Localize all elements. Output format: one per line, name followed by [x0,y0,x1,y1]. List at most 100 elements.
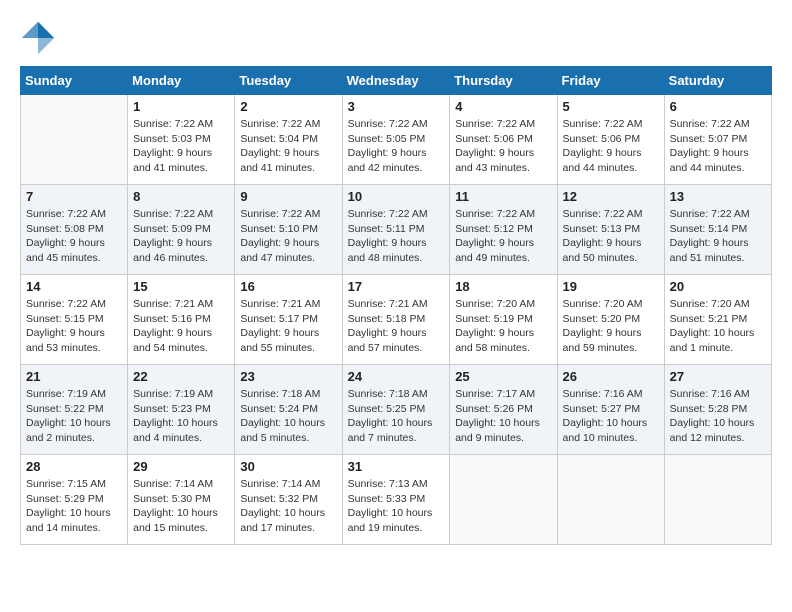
calendar-cell: 10 Sunrise: 7:22 AMSunset: 5:11 PMDayligh… [342,185,450,275]
day-number: 28 [26,459,122,474]
calendar-cell: 28Sunrise: 7:15 AMSunset: 5:29 PMDayligh… [21,455,128,545]
day-number: 27 [670,369,766,384]
day-info: Sunrise: 7:14 AMSunset: 5:30 PMDaylight:… [133,477,229,536]
weekday-header-wednesday: Wednesday [342,67,450,95]
calendar-cell: 20Sunrise: 7:20 AMSunset: 5:21 PMDayligh… [664,275,771,365]
day-info: Sunrise: 7:22 AMSunset: 5:10 PMDaylight:… [240,207,336,266]
day-number: 26 [563,369,659,384]
day-info: Sunrise: 7:22 AMSunset: 5:08 PMDaylight:… [26,207,122,266]
day-number: 19 [563,279,659,294]
day-number: 17 [348,279,445,294]
calendar-cell: 17 Sunrise: 7:21 AMSunset: 5:18 PMDayligh… [342,275,450,365]
day-number: 22 [133,369,229,384]
weekday-header-thursday: Thursday [450,67,557,95]
day-info: Sunrise: 7:14 AMSunset: 5:32 PMDaylight:… [240,477,336,536]
calendar-cell: 14 Sunrise: 7:22 AMSunset: 5:15 PMDayligh… [21,275,128,365]
calendar-cell: 5 Sunrise: 7:22 AMSunset: 5:06 PMDaylight… [557,95,664,185]
day-info: Sunrise: 7:19 AMSunset: 5:22 PMDaylight:… [26,387,122,446]
page-header [20,20,772,56]
day-number: 11 [455,189,551,204]
weekday-header-row: SundayMondayTuesdayWednesdayThursdayFrid… [21,67,772,95]
day-number: 23 [240,369,336,384]
calendar-cell: 27 Sunrise: 7:16 AMSunset: 5:28 PMDayligh… [664,365,771,455]
day-number: 30 [240,459,336,474]
week-row-2: 7 Sunrise: 7:22 AMSunset: 5:08 PMDaylight… [21,185,772,275]
weekday-header-friday: Friday [557,67,664,95]
calendar-cell: 4Sunrise: 7:22 AMSunset: 5:06 PMDaylight… [450,95,557,185]
day-number: 18 [455,279,551,294]
day-number: 16 [240,279,336,294]
day-info: Sunrise: 7:22 AMSunset: 5:14 PMDaylight:… [670,207,766,266]
day-info: Sunrise: 7:16 AMSunset: 5:28 PMDaylight:… [670,387,766,446]
day-number: 21 [26,369,122,384]
calendar-cell: 6Sunrise: 7:22 AMSunset: 5:07 PMDaylight… [664,95,771,185]
calendar-cell: 26 Sunrise: 7:16 AMSunset: 5:27 PMDayligh… [557,365,664,455]
day-number: 25 [455,369,551,384]
day-info: Sunrise: 7:22 AMSunset: 5:03 PMDaylight:… [133,117,229,176]
day-info: Sunrise: 7:21 AMSunset: 5:16 PMDaylight:… [133,297,229,356]
day-number: 10 [348,189,445,204]
calendar-cell: 8 Sunrise: 7:22 AMSunset: 5:09 PMDaylight… [128,185,235,275]
day-info: Sunrise: 7:22 AMSunset: 5:06 PMDaylight:… [455,117,551,176]
calendar-cell: 31 Sunrise: 7:13 AMSunset: 5:33 PMDayligh… [342,455,450,545]
day-number: 5 [563,99,659,114]
calendar-table: SundayMondayTuesdayWednesdayThursdayFrid… [20,66,772,545]
calendar-cell: 13 Sunrise: 7:22 AMSunset: 5:14 PMDayligh… [664,185,771,275]
calendar-cell: 15 Sunrise: 7:21 AMSunset: 5:16 PMDayligh… [128,275,235,365]
day-info: Sunrise: 7:22 AMSunset: 5:06 PMDaylight:… [563,117,659,176]
day-info: Sunrise: 7:18 AMSunset: 5:24 PMDaylight:… [240,387,336,446]
day-info: Sunrise: 7:22 AMSunset: 5:13 PMDaylight:… [563,207,659,266]
calendar-cell: 2 Sunrise: 7:22 AMSunset: 5:04 PMDaylight… [235,95,342,185]
day-info: Sunrise: 7:22 AMSunset: 5:15 PMDaylight:… [26,297,122,356]
day-number: 1 [133,99,229,114]
day-number: 15 [133,279,229,294]
calendar-cell [450,455,557,545]
day-info: Sunrise: 7:22 AMSunset: 5:11 PMDaylight:… [348,207,445,266]
day-info: Sunrise: 7:20 AMSunset: 5:20 PMDaylight:… [563,297,659,356]
day-number: 9 [240,189,336,204]
day-info: Sunrise: 7:17 AMSunset: 5:26 PMDaylight:… [455,387,551,446]
week-row-5: 28Sunrise: 7:15 AMSunset: 5:29 PMDayligh… [21,455,772,545]
day-info: Sunrise: 7:22 AMSunset: 5:07 PMDaylight:… [670,117,766,176]
day-info: Sunrise: 7:22 AMSunset: 5:05 PMDaylight:… [348,117,445,176]
day-info: Sunrise: 7:22 AMSunset: 5:04 PMDaylight:… [240,117,336,176]
weekday-header-monday: Monday [128,67,235,95]
day-number: 29 [133,459,229,474]
day-info: Sunrise: 7:18 AMSunset: 5:25 PMDaylight:… [348,387,445,446]
day-number: 2 [240,99,336,114]
day-number: 14 [26,279,122,294]
calendar-cell: 30 Sunrise: 7:14 AMSunset: 5:32 PMDayligh… [235,455,342,545]
calendar-cell: 22 Sunrise: 7:19 AMSunset: 5:23 PMDayligh… [128,365,235,455]
weekday-header-tuesday: Tuesday [235,67,342,95]
calendar-cell: 19 Sunrise: 7:20 AMSunset: 5:20 PMDayligh… [557,275,664,365]
calendar-cell: 16 Sunrise: 7:21 AMSunset: 5:17 PMDayligh… [235,275,342,365]
day-info: Sunrise: 7:20 AMSunset: 5:19 PMDaylight:… [455,297,551,356]
day-info: Sunrise: 7:13 AMSunset: 5:33 PMDaylight:… [348,477,445,536]
day-number: 31 [348,459,445,474]
day-info: Sunrise: 7:21 AMSunset: 5:17 PMDaylight:… [240,297,336,356]
week-row-4: 21 Sunrise: 7:19 AMSunset: 5:22 PMDayligh… [21,365,772,455]
day-number: 7 [26,189,122,204]
week-row-3: 14 Sunrise: 7:22 AMSunset: 5:15 PMDayligh… [21,275,772,365]
calendar-cell: 1 Sunrise: 7:22 AMSunset: 5:03 PMDaylight… [128,95,235,185]
logo-icon [20,20,56,56]
day-info: Sunrise: 7:22 AMSunset: 5:09 PMDaylight:… [133,207,229,266]
calendar-cell: 11 Sunrise: 7:22 AMSunset: 5:12 PMDayligh… [450,185,557,275]
day-number: 12 [563,189,659,204]
week-row-1: 1 Sunrise: 7:22 AMSunset: 5:03 PMDaylight… [21,95,772,185]
day-number: 20 [670,279,766,294]
day-info: Sunrise: 7:16 AMSunset: 5:27 PMDaylight:… [563,387,659,446]
day-number: 13 [670,189,766,204]
day-info: Sunrise: 7:19 AMSunset: 5:23 PMDaylight:… [133,387,229,446]
calendar-cell [557,455,664,545]
calendar-cell [664,455,771,545]
calendar-cell: 25 Sunrise: 7:17 AMSunset: 5:26 PMDayligh… [450,365,557,455]
day-number: 3 [348,99,445,114]
day-number: 8 [133,189,229,204]
calendar-cell: 29 Sunrise: 7:14 AMSunset: 5:30 PMDayligh… [128,455,235,545]
calendar-cell: 7 Sunrise: 7:22 AMSunset: 5:08 PMDaylight… [21,185,128,275]
calendar-cell: 24Sunrise: 7:18 AMSunset: 5:25 PMDayligh… [342,365,450,455]
day-info: Sunrise: 7:22 AMSunset: 5:12 PMDaylight:… [455,207,551,266]
calendar-cell: 21 Sunrise: 7:19 AMSunset: 5:22 PMDayligh… [21,365,128,455]
day-info: Sunrise: 7:21 AMSunset: 5:18 PMDaylight:… [348,297,445,356]
